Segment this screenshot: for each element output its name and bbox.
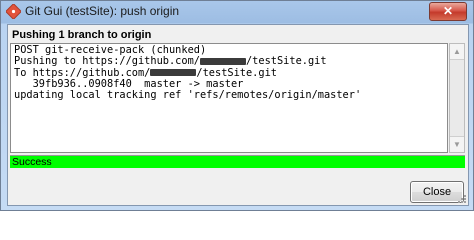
- log-line-text: Pushing to https://github.com/: [14, 55, 200, 68]
- push-log-output[interactable]: POST git-receive-pack (chunked) Pushing t…: [10, 43, 448, 153]
- git-gui-icon: [5, 3, 22, 20]
- log-line-text-after: /testSite.git: [196, 66, 277, 79]
- redacted-username: [199, 57, 246, 65]
- close-icon: ✕: [442, 4, 454, 18]
- log-line-text: POST git-receive-pack (chunked): [14, 44, 207, 56]
- resize-grip-icon[interactable]: [457, 194, 467, 204]
- window-title: Git Gui (testSite): push origin: [25, 4, 180, 18]
- scroll-down-arrow-icon[interactable]: ▼: [450, 136, 464, 152]
- git-gui-window: Git Gui (testSite): push origin ✕ Pushin…: [0, 0, 474, 211]
- redacted-username: [150, 69, 197, 77]
- status-bar: Success: [10, 155, 465, 168]
- push-heading: Pushing 1 branch to origin: [12, 29, 152, 41]
- log-line-text: 39fb936..0908f40 master -> master: [14, 77, 244, 90]
- log-line-text: updating local tracking ref 'refs/remote…: [14, 89, 362, 102]
- log-line: updating local tracking ref 'refs/remote…: [14, 90, 447, 101]
- scroll-up-arrow-icon[interactable]: ▲: [450, 44, 464, 60]
- window-close-button[interactable]: ✕: [429, 2, 467, 21]
- close-button[interactable]: Close: [410, 181, 464, 203]
- log-line-text: To https://github.com/: [14, 66, 151, 79]
- dialog-client-area: Pushing 1 branch to origin POST git-rece…: [7, 24, 469, 206]
- log-line-text-after: /testSite.git: [245, 55, 327, 68]
- title-bar[interactable]: Git Gui (testSite): push origin ✕: [1, 1, 473, 23]
- log-scrollbar[interactable]: ▲ ▼: [449, 43, 465, 153]
